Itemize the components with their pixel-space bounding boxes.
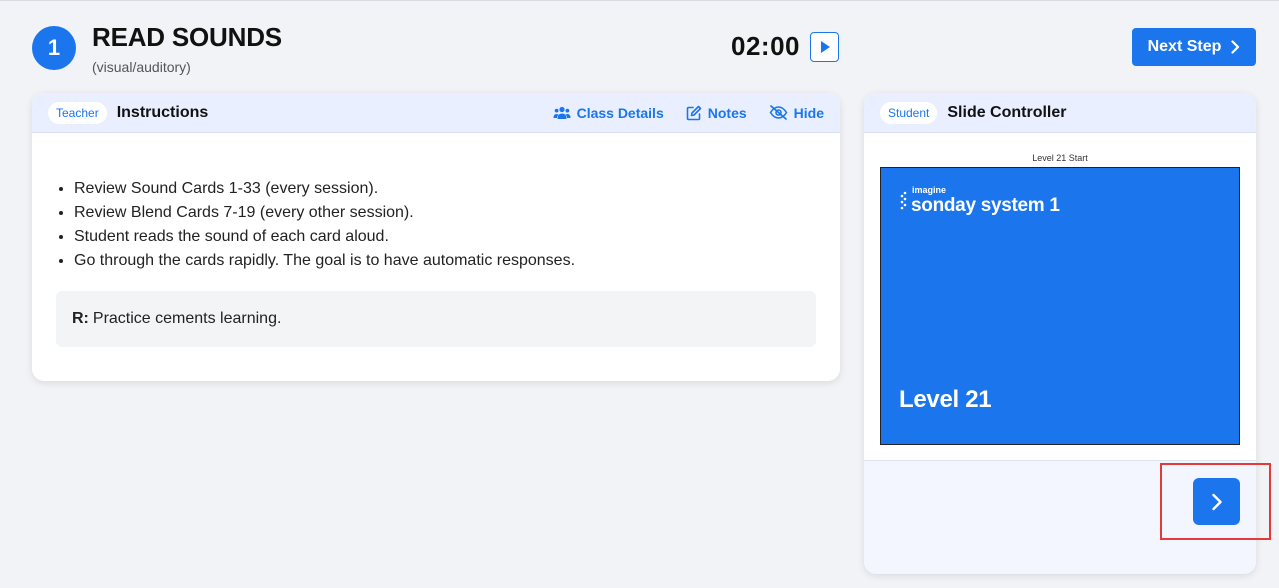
slide-level-title: Level 21	[899, 386, 992, 413]
play-icon	[820, 41, 830, 53]
step-title: READ SOUNDS	[92, 22, 282, 52]
list-item: Review Blend Cards 7-19 (every other ses…	[74, 201, 840, 225]
edit-icon	[686, 105, 702, 120]
hide-button[interactable]: Hide	[769, 105, 824, 121]
brand-logo-icon	[900, 191, 907, 210]
chevron-right-icon	[1231, 40, 1240, 54]
class-details-button[interactable]: Class Details	[553, 105, 664, 121]
reason-label: R:	[72, 310, 89, 327]
next-step-button[interactable]: Next Step	[1132, 28, 1256, 66]
notes-button[interactable]: Notes	[686, 105, 747, 121]
slide-controller-header: Student Slide Controller	[864, 93, 1256, 133]
hide-label: Hide	[793, 104, 824, 121]
timer-display: 02:00	[731, 31, 800, 61]
list-item: Review Sound Cards 1-33 (every session).	[74, 177, 840, 201]
teacher-badge: Teacher	[48, 101, 107, 124]
instructions-header: Teacher Instructions Class Details Notes…	[32, 93, 840, 133]
highlight-annotation	[1160, 463, 1271, 540]
instructions-panel: Teacher Instructions Class Details Notes…	[32, 93, 840, 381]
instructions-title: Instructions	[116, 103, 209, 121]
student-badge: Student	[880, 101, 938, 124]
brand-imagine: imagine	[912, 185, 947, 195]
notes-label: Notes	[707, 104, 747, 121]
class-details-label: Class Details	[576, 104, 664, 121]
reason-box: R: Practice cements learning.	[56, 291, 816, 347]
slide-controller-title: Slide Controller	[947, 103, 1067, 121]
brand-name: sonday system 1	[911, 195, 1060, 216]
timer-play-button[interactable]	[810, 32, 839, 62]
slide-preview-area: Level 21 Start imagine sonday system 1 L…	[864, 133, 1256, 461]
list-item: Go through the cards rapidly. The goal i…	[74, 249, 840, 273]
slide-caption: Level 21 Start	[1032, 153, 1088, 163]
step-number-badge: 1	[32, 26, 76, 70]
list-item: Student reads the sound of each card alo…	[74, 225, 840, 249]
instructions-list: Review Sound Cards 1-33 (every session).…	[74, 177, 840, 273]
slide-preview: imagine sonday system 1 Level 21	[880, 167, 1240, 445]
eye-off-icon	[769, 105, 788, 120]
reason-text: Practice cements learning.	[92, 310, 282, 327]
top-divider	[0, 0, 1279, 1]
step-subtitle: (visual/auditory)	[92, 59, 191, 75]
next-step-label: Next Step	[1147, 38, 1222, 55]
users-icon	[553, 106, 571, 119]
